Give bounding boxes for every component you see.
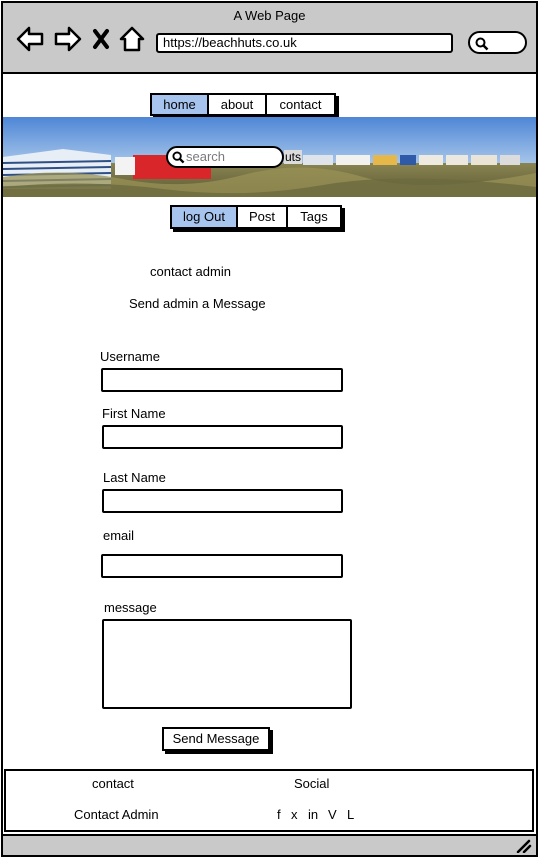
back-arrow-icon[interactable] [15,25,45,53]
footer-contact-heading: contact [92,776,134,791]
url-input[interactable]: https://beachhuts.co.uk [156,33,453,53]
email-label: email [103,528,135,543]
page-subtitle: Send admin a Message [129,296,266,311]
message-textarea[interactable] [102,619,352,709]
nav-post[interactable]: Post [238,207,288,227]
linkedin-link[interactable]: in [308,807,318,822]
footer-contact-admin-link[interactable]: Contact Admin [74,807,159,822]
status-bar [3,834,536,855]
nav-home[interactable]: home [152,95,209,114]
last-name-field[interactable] [102,489,343,513]
username-label: Username [100,349,160,364]
nav-about[interactable]: about [209,95,267,114]
search-icon [172,151,185,164]
browser-search-field[interactable] [468,31,527,54]
browser-toolbar: A Web Page https://beachhuts.co.uk [3,3,536,74]
x-link[interactable]: x [291,807,298,822]
user-nav: log Out Post Tags [170,205,342,229]
browser-window: A Web Page https://beachhuts.co.uk home … [1,1,538,857]
close-icon[interactable] [91,25,111,53]
vimeo-link[interactable]: V [328,807,337,822]
first-name-field[interactable] [102,425,343,449]
forward-arrow-icon[interactable] [53,25,83,53]
hero-site-name: uts [284,150,303,164]
nav-contact[interactable]: contact [267,95,334,114]
top-nav: home about contact [150,93,336,116]
hero-banner: uts search [3,117,536,197]
window-title: A Web Page [233,8,306,23]
facebook-link[interactable]: f [277,807,281,822]
footer: contact Contact Admin Social f x in V L [4,769,534,832]
email-field[interactable] [101,554,343,578]
site-search-input[interactable]: search [166,146,284,168]
resize-grip-icon[interactable] [516,839,532,858]
nav-log-out[interactable]: log Out [172,207,238,227]
page-title: contact admin [150,264,231,279]
username-field[interactable] [101,368,343,392]
nav-tags[interactable]: Tags [288,207,340,227]
footer-social-heading: Social [294,776,330,791]
first-name-label: First Name [102,406,166,421]
search-icon [475,37,489,51]
send-message-button[interactable]: Send Message [162,727,270,751]
last-name-label: Last Name [103,470,166,485]
home-icon[interactable] [118,25,146,53]
message-label: message [104,600,157,615]
l-social-link[interactable]: L [347,807,354,822]
